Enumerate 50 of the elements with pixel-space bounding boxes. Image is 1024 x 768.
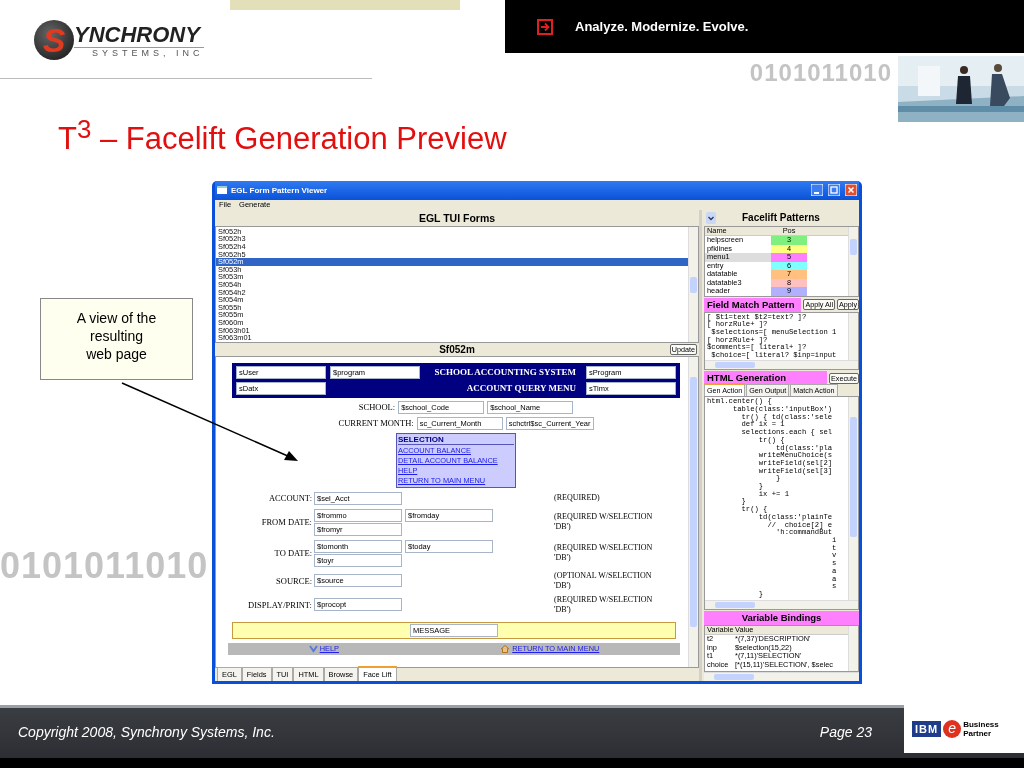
minimize-icon[interactable] (811, 184, 823, 197)
vertical-scrollbar[interactable] (688, 226, 698, 343)
section-header: Variable Bindings (704, 610, 859, 625)
vertical-scrollbar[interactable] (848, 397, 858, 600)
field-label: DISPLAY/PRINT: (247, 599, 313, 610)
collapse-icon[interactable] (706, 211, 716, 224)
binary-decoration: 0101011010 (749, 59, 892, 87)
form-heading: SCHOOL ACCOUNTING SYSTEM (434, 367, 576, 378)
partner-text: Business Partner (963, 720, 999, 739)
window-title: EGL Form Pattern Viewer (231, 185, 328, 195)
field-note: (OPTIONAL W/SELECTION 'DB') (554, 570, 653, 591)
field-note: (REQUIRED W/SELECTION 'DB') (554, 543, 654, 564)
home-icon (500, 644, 511, 653)
copyright: Copyright 2008, Synchrony Systems, Inc. (18, 723, 275, 740)
logo-subtitle: SYSTEMS, INC (74, 46, 204, 58)
maximize-icon[interactable] (828, 184, 840, 197)
field-label: TO DATE: (273, 548, 313, 559)
field-label: SCHOOL: (358, 402, 396, 413)
field-note: (REQUIRED W/SELECTION 'DB') (554, 594, 654, 615)
form-heading: ACCOUNT QUERY MENU (466, 383, 576, 394)
horizontal-scrollbar[interactable] (704, 672, 859, 681)
horizontal-scrollbar[interactable] (705, 360, 858, 370)
tagline: Analyze. Modernize. Evolve. (575, 19, 749, 34)
field-label: FROM DATE: (260, 517, 313, 528)
slide-title: T$^{3}$ – Facelift Generation Preview (57, 122, 508, 159)
page-number: Page 23 (819, 723, 872, 740)
logo-name: YNCHRONY (74, 22, 203, 47)
vertical-scrollbar[interactable] (848, 226, 858, 296)
field-label: CURRENT MONTH: (338, 418, 414, 429)
close-icon[interactable] (845, 184, 857, 197)
e-logo: e (943, 720, 962, 739)
section-header: Field Match Pattern (704, 297, 802, 312)
field-note: (REQUIRED) (554, 493, 601, 504)
menu-heading: SELECTION (398, 434, 514, 445)
form-name: Sf052m (439, 344, 475, 355)
vertical-scrollbar[interactable] (688, 356, 698, 667)
vertical-scrollbar[interactable] (848, 625, 858, 671)
arrow-box-icon (537, 18, 553, 35)
vertical-scrollbar[interactable] (848, 312, 858, 361)
window-icon (217, 186, 227, 195)
callout-note: A view of the resulting web page (40, 297, 193, 380)
section-header: HTML Generation (704, 371, 827, 386)
field-note: (REQUIRED W/SELECTION 'DB') (554, 512, 654, 533)
horizontal-scrollbar[interactable] (705, 599, 858, 609)
field-label: ACCOUNT: (267, 493, 313, 504)
field-label: SOURCE: (275, 575, 313, 586)
binary-decoration: 0101011010 (0, 545, 209, 587)
panel-header: Facelift Patterns (742, 212, 820, 224)
logo-mark: S (34, 20, 74, 60)
ibm-logo: IBM (912, 721, 942, 738)
